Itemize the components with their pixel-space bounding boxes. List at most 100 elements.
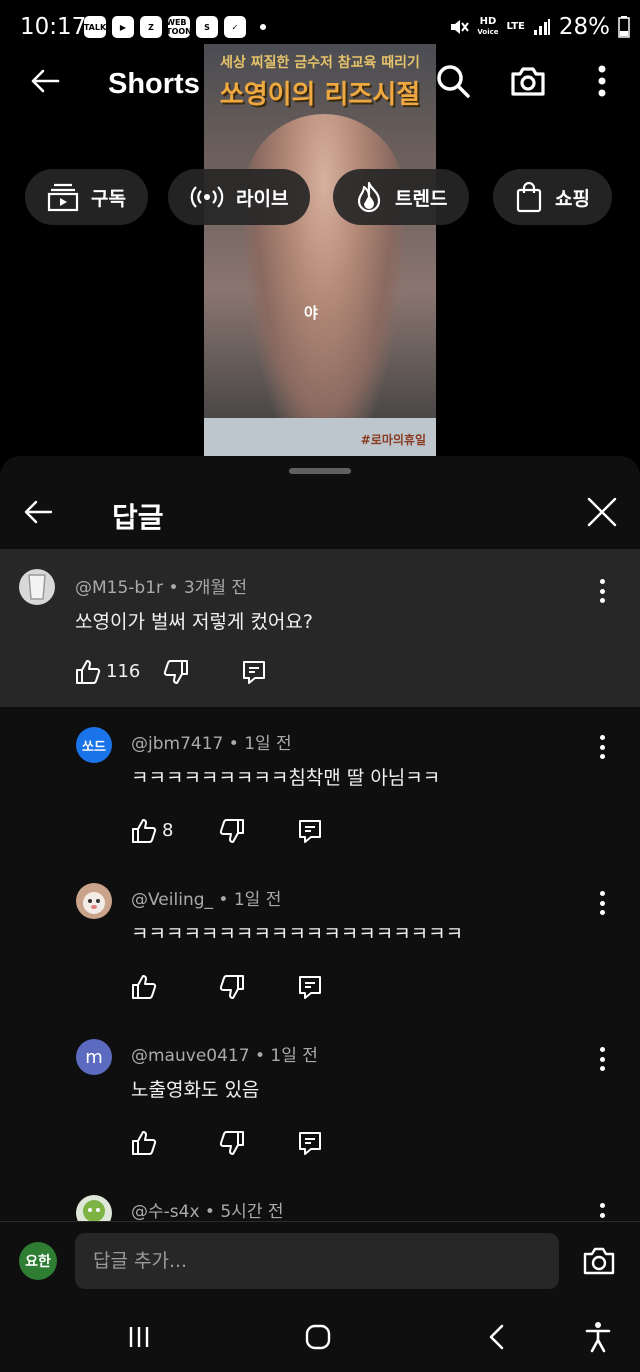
camera-icon[interactable] [582,1244,616,1278]
comment-more-button[interactable] [599,1203,605,1221]
like-count: 8 [162,820,174,841]
separator: • [254,1046,265,1066]
comment-more-button[interactable] [599,735,605,759]
chip-subscriptions-label: 구독 [91,187,126,210]
notification-icons: TALK ▶ Z WEB TOON S ✓ [84,16,266,38]
comment-more-button[interactable] [599,891,605,915]
hd-label: HD [479,16,497,27]
voice-label: Voice [477,28,499,36]
separator: • [204,1202,215,1221]
battery-percent: 28% [558,14,610,40]
webtoon-icon: WEB TOON [168,16,190,38]
reply-item: 쏘드 @jbm7417 • 1일 전 ㅋㅋㅋㅋㅋㅋㅋㅋㅋ침착맨 딸 아님ㅋㅋ 8 [0,707,640,863]
video-bottom-banner: #로마의휴일 [204,418,436,456]
comment-actions: 116 [75,659,275,689]
comment-more-button[interactable] [599,1047,605,1071]
comment-text: ㅋㅋㅋㅋㅋㅋㅋㅋㅋ침착맨 딸 아님ㅋㅋ [131,767,441,789]
comment-actions: 8 [131,818,331,848]
dislike-icon[interactable] [219,818,245,844]
avatar[interactable] [76,1195,112,1221]
system-nav-bar [0,1301,640,1372]
comment-author[interactable]: @M15-b1r [75,578,163,598]
reply-item: @수-s4x • 5시간 전 [0,1175,640,1221]
comment-meta: @M15-b1r • 3개월 전 [75,573,247,598]
comment-author[interactable]: @jbm7417 [131,734,223,754]
chip-live[interactable]: 라이브 [168,169,311,225]
video-person-figure [244,114,404,454]
chip-shopping[interactable]: 쇼핑 [493,169,612,225]
comment-actions [131,974,331,1004]
home-icon [305,1324,331,1350]
back-button[interactable] [479,1319,515,1355]
subscriptions-icon [47,183,79,212]
avatar[interactable]: 쏘드 [76,727,112,763]
youtube-icon: ▶ [112,16,134,38]
comment-author[interactable]: @mauve0417 [131,1046,250,1066]
avatar-image [76,1195,112,1221]
zigzag-icon: Z [140,16,162,38]
chip-live-label: 라이브 [236,187,289,210]
more-notifications-icon [260,24,266,30]
separator: • [218,890,229,910]
comment-author[interactable]: @수-s4x [131,1202,200,1221]
comment-time: 1일 전 [233,890,282,910]
like-icon[interactable] [75,659,101,685]
comment-time: 3개월 전 [183,578,248,598]
avatar-image [76,883,112,919]
like-icon[interactable] [131,974,157,1000]
more-vert-icon[interactable] [583,62,621,100]
drag-handle[interactable] [289,468,351,474]
comment-meta: @수-s4x • 5시간 전 [131,1197,284,1221]
chip-trending-label: 트렌드 [395,187,448,210]
chip-shopping-label: 쇼핑 [555,187,590,210]
video-preview[interactable]: 세상 찌질한 금수저 참교육 때리기 쏘영이의 리즈시절 야 #로마의휴일 [204,44,436,456]
back-arrow-icon[interactable] [22,496,54,528]
video-hashtag: #로마의휴일 [360,433,426,447]
comment-time: 5시간 전 [220,1202,284,1221]
avatar[interactable] [76,883,112,919]
recent-apps-button[interactable] [121,1319,157,1355]
avatar-text: m [85,1046,103,1068]
like-count: 116 [106,661,141,682]
comment-author[interactable]: @Veiling_ [131,890,213,910]
close-icon[interactable] [586,496,618,528]
comment-time: 1일 전 [244,734,292,754]
separator: • [168,578,179,598]
parent-comment: @M15-b1r • 3개월 전 쏘영이가 벌써 저렇게 컸어요? 116 [0,549,640,707]
video-caption-main: 쏘영이의 리즈시절 [219,80,421,110]
reply-icon[interactable] [297,974,323,1000]
comment-meta: @Veiling_ • 1일 전 [131,885,281,910]
lte-indicator: LTE [506,21,525,32]
reply-input[interactable] [75,1233,559,1289]
status-right: HD Voice LTE 28% [449,14,630,40]
mute-icon [451,20,470,34]
reply-input-bar: 요한 [0,1221,640,1301]
comment-text: 쏘영이가 벌써 저렇게 컸어요? [75,611,313,633]
separator: • [228,734,239,754]
back-arrow-icon[interactable] [28,64,62,98]
accessibility-button[interactable] [580,1319,616,1355]
accessibility-icon [585,1322,611,1353]
dislike-icon[interactable] [163,659,189,685]
comment-more-button[interactable] [599,579,605,603]
reply-icon[interactable] [241,659,267,685]
reply-icon[interactable] [297,818,323,844]
battery-icon [618,16,630,38]
home-button[interactable] [300,1319,336,1355]
chip-subscriptions[interactable]: 구독 [25,169,148,225]
avatar[interactable] [19,569,55,605]
chip-trending[interactable]: 트렌드 [333,169,470,225]
comment-meta: @jbm7417 • 1일 전 [131,729,292,754]
reply-icon[interactable] [297,1130,323,1156]
like-icon[interactable] [131,818,157,844]
user-avatar[interactable]: 요한 [19,1242,57,1280]
like-icon[interactable] [131,1130,157,1156]
camera-icon[interactable] [509,62,547,100]
avatar[interactable]: m [76,1039,112,1075]
avatar-text: 쏘드 [82,739,106,755]
s-app-icon: S [196,16,218,38]
dislike-icon[interactable] [219,1130,245,1156]
dislike-icon[interactable] [219,974,245,1000]
search-icon[interactable] [434,62,472,100]
check-icon: ✓ [224,16,246,38]
